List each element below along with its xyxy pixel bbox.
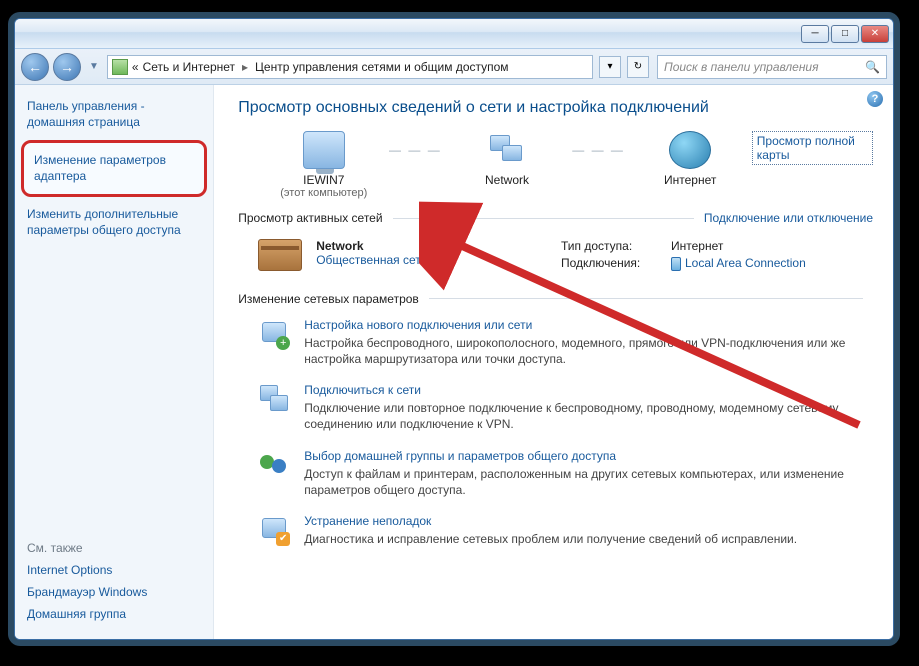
highlight-annotation: Изменение параметров адаптера <box>21 140 207 197</box>
search-input[interactable]: Поиск в панели управления 🔍 <box>657 55 887 79</box>
search-icon: 🔍 <box>865 60 880 74</box>
breadcrumb-part1[interactable]: Сеть и Интернет <box>143 60 235 74</box>
connection-line: — — — <box>385 131 445 169</box>
diagram-network: Network <box>461 131 552 187</box>
computer-name: IEWIN7 <box>278 173 369 187</box>
public-network-icon <box>258 239 302 271</box>
network-label: Network <box>461 173 552 187</box>
connection-link[interactable]: Local Area Connection <box>685 256 806 270</box>
internet-options-link[interactable]: Internet Options <box>27 563 201 577</box>
page-title: Просмотр основных сведений о сети и наст… <box>238 99 873 117</box>
diagram-this-computer: IEWIN7 (этот компьютер) <box>278 131 369 199</box>
troubleshoot-icon <box>258 514 290 546</box>
setup-new-connection-desc: Настройка беспроводного, широкополосного… <box>304 335 873 367</box>
control-panel-icon <box>112 59 128 75</box>
close-button[interactable]: ✕ <box>861 25 889 43</box>
new-connection-icon <box>258 318 290 350</box>
settings-list: Настройка нового подключения или сети На… <box>238 314 873 547</box>
title-bar: ─ □ ✕ <box>15 19 893 49</box>
minimize-button[interactable]: ─ <box>801 25 829 43</box>
homegroup-icon <box>258 449 290 481</box>
breadcrumb-separator[interactable]: ▸ <box>239 60 251 74</box>
network-name: Network <box>316 239 427 253</box>
setup-new-connection-link[interactable]: Настройка нового подключения или сети <box>304 318 873 332</box>
refresh-button[interactable]: ↻ <box>627 56 649 78</box>
search-placeholder: Поиск в панели управления <box>664 60 819 74</box>
network-type-link[interactable]: Общественная сеть <box>316 253 427 267</box>
change-adapter-settings-link[interactable]: Изменение параметров адаптера <box>34 153 194 184</box>
connect-to-network-item: Подключиться к сети Подключение или повт… <box>258 383 873 432</box>
address-dropdown-button[interactable]: ▾ <box>599 56 621 78</box>
maximize-button[interactable]: □ <box>831 25 859 43</box>
back-button[interactable]: ← <box>21 53 49 81</box>
homegroup-sharing-item: Выбор домашней группы и параметров общег… <box>258 449 873 498</box>
connection-line: — — — <box>569 131 629 169</box>
advanced-sharing-settings-link[interactable]: Изменить дополнительные параметры общего… <box>27 207 201 238</box>
view-full-map-link[interactable]: Просмотр полной карты <box>752 131 873 165</box>
sidebar: Панель управления - домашняя страница Из… <box>15 85 214 639</box>
nav-history-button[interactable]: ▼ <box>85 61 103 72</box>
troubleshoot-item: Устранение неполадок Диагностика и испра… <box>258 514 873 547</box>
connect-to-network-desc: Подключение или повторное подключение к … <box>304 400 873 432</box>
connect-network-icon <box>258 383 290 415</box>
help-icon[interactable]: ? <box>867 91 883 107</box>
setup-new-connection-item: Настройка нового подключения или сети На… <box>258 318 873 367</box>
active-network-item: Network Общественная сеть Тип доступа: И… <box>238 233 873 286</box>
globe-icon <box>669 131 711 169</box>
windows-firewall-link[interactable]: Брандмауэр Windows <box>27 585 201 599</box>
forward-button[interactable]: → <box>53 53 81 81</box>
breadcrumb-part2[interactable]: Центр управления сетями и общим доступом <box>255 60 509 74</box>
network-icon <box>486 131 528 169</box>
control-panel-window: ─ □ ✕ ← → ▼ « Сеть и Интернет ▸ Центр уп… <box>14 18 894 640</box>
computer-icon <box>303 131 345 169</box>
active-networks-label: Просмотр активных сетей <box>238 211 382 225</box>
internet-label: Интернет <box>645 173 736 187</box>
connect-to-network-link[interactable]: Подключиться к сети <box>304 383 873 397</box>
main-content: ? Просмотр основных сведений о сети и на… <box>214 85 893 639</box>
connect-disconnect-link[interactable]: Подключение или отключение <box>704 211 873 225</box>
active-networks-heading: Просмотр активных сетей Подключение или … <box>238 211 873 225</box>
network-diagram: IEWIN7 (этот компьютер) — — — Network — … <box>238 131 873 199</box>
troubleshoot-link[interactable]: Устранение неполадок <box>304 514 797 528</box>
diagram-internet: Интернет <box>645 131 736 187</box>
change-settings-label: Изменение сетевых параметров <box>238 292 419 306</box>
change-settings-heading: Изменение сетевых параметров <box>238 292 873 306</box>
breadcrumb-prefix: « <box>132 60 139 74</box>
address-bar[interactable]: « Сеть и Интернет ▸ Центр управления сет… <box>107 55 593 79</box>
nav-bar: ← → ▼ « Сеть и Интернет ▸ Центр управлен… <box>15 49 893 85</box>
homegroup-sharing-link[interactable]: Выбор домашней группы и параметров общег… <box>304 449 873 463</box>
access-type-label: Тип доступа: <box>561 239 661 253</box>
connections-label: Подключения: <box>561 256 661 271</box>
lan-icon <box>671 257 681 271</box>
troubleshoot-desc: Диагностика и исправление сетевых пробле… <box>304 531 797 547</box>
computer-sub: (этот компьютер) <box>278 187 369 199</box>
homegroup-sharing-desc: Доступ к файлам и принтерам, расположенн… <box>304 466 873 498</box>
see-also-heading: См. также <box>27 541 201 555</box>
control-panel-home-link[interactable]: Панель управления - домашняя страница <box>27 99 201 130</box>
homegroup-link[interactable]: Домашняя группа <box>27 607 201 621</box>
access-type-value: Интернет <box>671 239 723 253</box>
